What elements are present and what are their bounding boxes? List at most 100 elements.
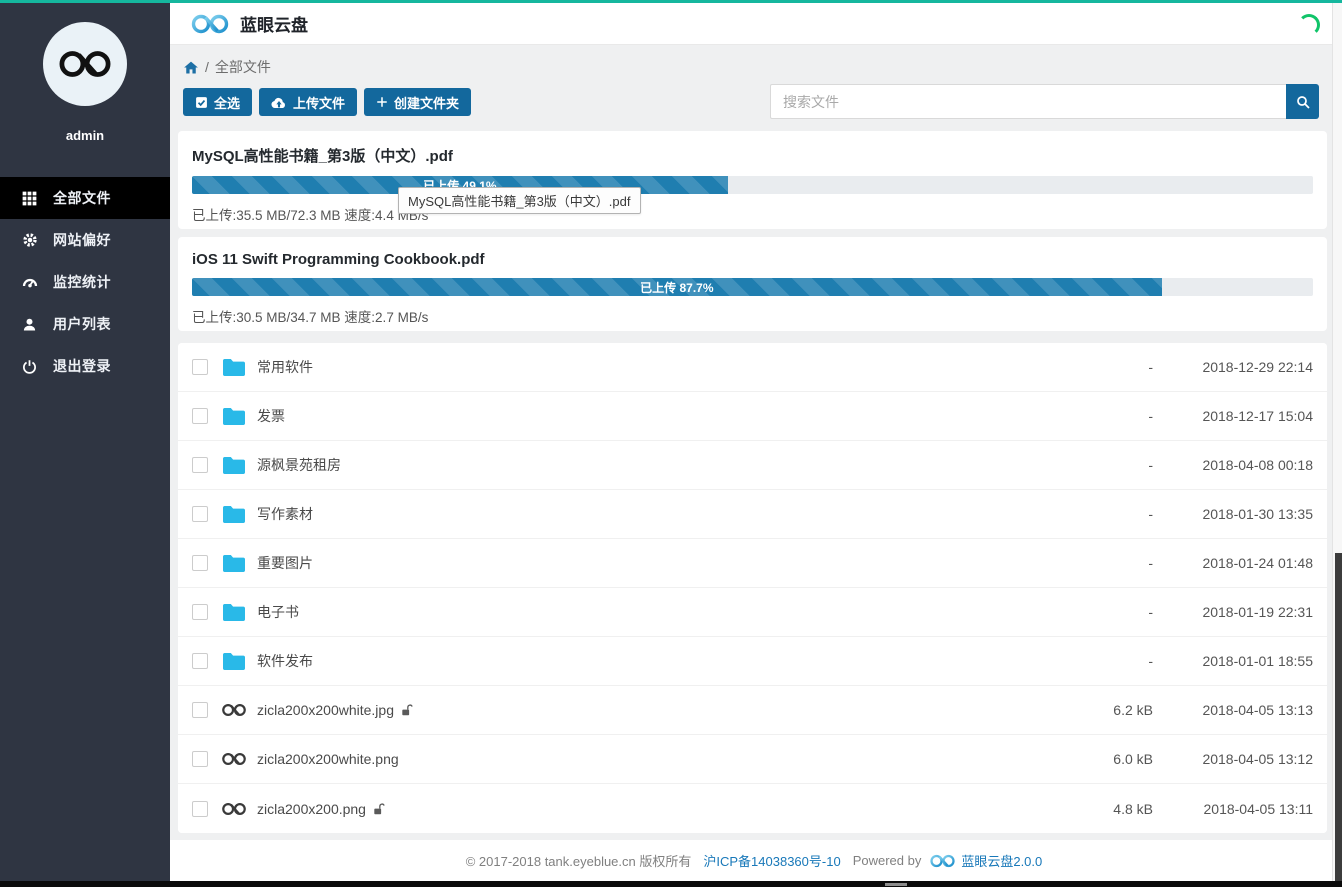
file-row[interactable]: 重要图片 - 2018-01-24 01:48 bbox=[178, 539, 1327, 588]
folder-icon bbox=[221, 652, 247, 671]
main-content: / 全部文件 全选 上传文件 创建文件夹 bbox=[170, 45, 1332, 881]
file-row[interactable]: 软件发布 - 2018-01-01 18:55 bbox=[178, 637, 1327, 686]
search-input[interactable] bbox=[770, 84, 1286, 119]
brand-infinity-icon bbox=[57, 47, 113, 81]
file-size: - bbox=[1063, 506, 1153, 522]
upload-filename: MySQL高性能书籍_第3版（中文）.pdf bbox=[192, 145, 1313, 166]
grid-icon bbox=[21, 190, 38, 207]
file-name[interactable]: zicla200x200.png bbox=[257, 801, 366, 817]
app-window: admin 全部文件 网站偏好 监控统计 bbox=[0, 0, 1342, 887]
file-date: 2018-01-24 01:48 bbox=[1153, 555, 1313, 571]
vertical-scrollbar-thumb[interactable] bbox=[1335, 553, 1342, 881]
upload-info: 已上传:30.5 MB/34.7 MB 速度:2.7 MB/s bbox=[192, 306, 1313, 326]
file-date: 2018-01-19 22:31 bbox=[1153, 604, 1313, 620]
file-list: 常用软件 - 2018-12-29 22:14 发票 - 2018-12-17 … bbox=[178, 343, 1327, 833]
powered-by-text: Powered by bbox=[853, 853, 922, 868]
product-version-link[interactable]: 蓝眼云盘2.0.0 bbox=[961, 851, 1042, 870]
file-size: - bbox=[1063, 457, 1153, 473]
folder-icon bbox=[221, 505, 247, 524]
upload-file-button[interactable]: 上传文件 bbox=[259, 88, 357, 116]
file-name[interactable]: zicla200x200white.png bbox=[257, 751, 399, 767]
search-bar bbox=[770, 84, 1319, 119]
file-date: 2018-04-05 13:13 bbox=[1153, 702, 1313, 718]
unlock-icon[interactable] bbox=[401, 703, 414, 717]
row-checkbox[interactable] bbox=[192, 702, 208, 718]
search-icon bbox=[1295, 94, 1311, 110]
file-name[interactable]: 重要图片 bbox=[257, 553, 313, 573]
brand-logo-icon bbox=[190, 12, 230, 36]
row-checkbox[interactable] bbox=[192, 408, 208, 424]
check-square-icon bbox=[195, 96, 208, 109]
icp-link[interactable]: 沪ICP备14038360号-10 bbox=[703, 851, 840, 870]
create-folder-button[interactable]: 创建文件夹 bbox=[364, 88, 471, 116]
sidebar-item-label: 用户列表 bbox=[53, 314, 111, 334]
upload-card: MySQL高性能书籍_第3版（中文）.pdf 已上传 49.1% 已上传:35.… bbox=[178, 131, 1327, 229]
plus-icon bbox=[376, 96, 388, 108]
footer-logo-icon bbox=[929, 853, 956, 869]
top-accent-bar bbox=[0, 0, 1342, 3]
breadcrumb-separator: / bbox=[205, 59, 209, 75]
username: admin bbox=[0, 128, 170, 143]
row-checkbox[interactable] bbox=[192, 359, 208, 375]
row-checkbox[interactable] bbox=[192, 555, 208, 571]
vertical-scrollbar[interactable] bbox=[1332, 3, 1342, 881]
app-title: 蓝眼云盘 bbox=[240, 11, 308, 36]
file-size: - bbox=[1063, 555, 1153, 571]
avatar[interactable] bbox=[43, 22, 127, 106]
row-checkbox[interactable] bbox=[192, 457, 208, 473]
row-checkbox[interactable] bbox=[192, 751, 208, 767]
file-row[interactable]: zicla200x200white.jpg 6.2 kB 2018-04-05 … bbox=[178, 686, 1327, 735]
sidebar-item-user-list[interactable]: 用户列表 bbox=[0, 303, 170, 345]
image-file-icon bbox=[221, 702, 247, 718]
sidebar-item-label: 监控统计 bbox=[53, 272, 111, 292]
horizontal-scrollbar-thumb[interactable] bbox=[885, 883, 907, 886]
progress-label: 已上传 87.7% bbox=[640, 279, 713, 296]
window-bottom-bar bbox=[0, 881, 1342, 887]
search-button[interactable] bbox=[1286, 84, 1319, 119]
brand[interactable]: 蓝眼云盘 bbox=[190, 11, 308, 36]
folder-icon bbox=[221, 603, 247, 622]
file-name[interactable]: 发票 bbox=[257, 406, 285, 426]
sidebar: admin 全部文件 网站偏好 监控统计 bbox=[0, 3, 170, 881]
copyright-text: © 2017-2018 tank.eyeblue.cn 版权所有 bbox=[466, 851, 692, 870]
select-all-button[interactable]: 全选 bbox=[183, 88, 252, 116]
loading-spinner-icon bbox=[1298, 14, 1320, 36]
sidebar-item-logout[interactable]: 退出登录 bbox=[0, 345, 170, 387]
file-row[interactable]: zicla200x200.png 4.8 kB 2018-04-05 13:11 bbox=[178, 784, 1327, 833]
file-date: 2018-04-05 13:11 bbox=[1153, 801, 1313, 817]
file-row[interactable]: 发票 - 2018-12-17 15:04 bbox=[178, 392, 1327, 441]
breadcrumb: / 全部文件 bbox=[183, 57, 271, 77]
home-icon[interactable] bbox=[183, 60, 199, 75]
breadcrumb-current[interactable]: 全部文件 bbox=[215, 57, 271, 77]
file-size: 4.8 kB bbox=[1063, 801, 1153, 817]
file-date: 2018-12-17 15:04 bbox=[1153, 408, 1313, 424]
sidebar-item-site-preferences[interactable]: 网站偏好 bbox=[0, 219, 170, 261]
file-row[interactable]: 电子书 - 2018-01-19 22:31 bbox=[178, 588, 1327, 637]
row-checkbox[interactable] bbox=[192, 506, 208, 522]
row-checkbox[interactable] bbox=[192, 604, 208, 620]
file-name[interactable]: 电子书 bbox=[257, 602, 299, 622]
progress-bar: 已上传 49.1% bbox=[192, 176, 1313, 194]
gear-icon bbox=[21, 232, 38, 249]
file-name[interactable]: 软件发布 bbox=[257, 651, 313, 671]
sidebar-item-monitoring[interactable]: 监控统计 bbox=[0, 261, 170, 303]
file-date: 2018-04-08 00:18 bbox=[1153, 457, 1313, 473]
toolbar: 全选 上传文件 创建文件夹 bbox=[183, 88, 478, 116]
folder-icon bbox=[221, 407, 247, 426]
unlock-icon[interactable] bbox=[373, 802, 386, 816]
file-name[interactable]: zicla200x200white.jpg bbox=[257, 702, 394, 718]
file-size: 6.2 kB bbox=[1063, 702, 1153, 718]
file-name[interactable]: 常用软件 bbox=[257, 357, 313, 377]
file-row[interactable]: zicla200x200white.png 6.0 kB 2018-04-05 … bbox=[178, 735, 1327, 784]
file-row[interactable]: 常用软件 - 2018-12-29 22:14 bbox=[178, 343, 1327, 392]
file-name[interactable]: 源枫景苑租房 bbox=[257, 455, 341, 475]
sidebar-item-all-files[interactable]: 全部文件 bbox=[0, 177, 170, 219]
file-name[interactable]: 写作素材 bbox=[257, 504, 313, 524]
header: 蓝眼云盘 bbox=[170, 3, 1332, 45]
row-checkbox[interactable] bbox=[192, 653, 208, 669]
sidebar-nav: 全部文件 网站偏好 监控统计 用户列表 bbox=[0, 177, 170, 387]
row-checkbox[interactable] bbox=[192, 801, 208, 817]
file-row[interactable]: 写作素材 - 2018-01-30 13:35 bbox=[178, 490, 1327, 539]
cloud-upload-icon bbox=[271, 96, 287, 109]
file-row[interactable]: 源枫景苑租房 - 2018-04-08 00:18 bbox=[178, 441, 1327, 490]
